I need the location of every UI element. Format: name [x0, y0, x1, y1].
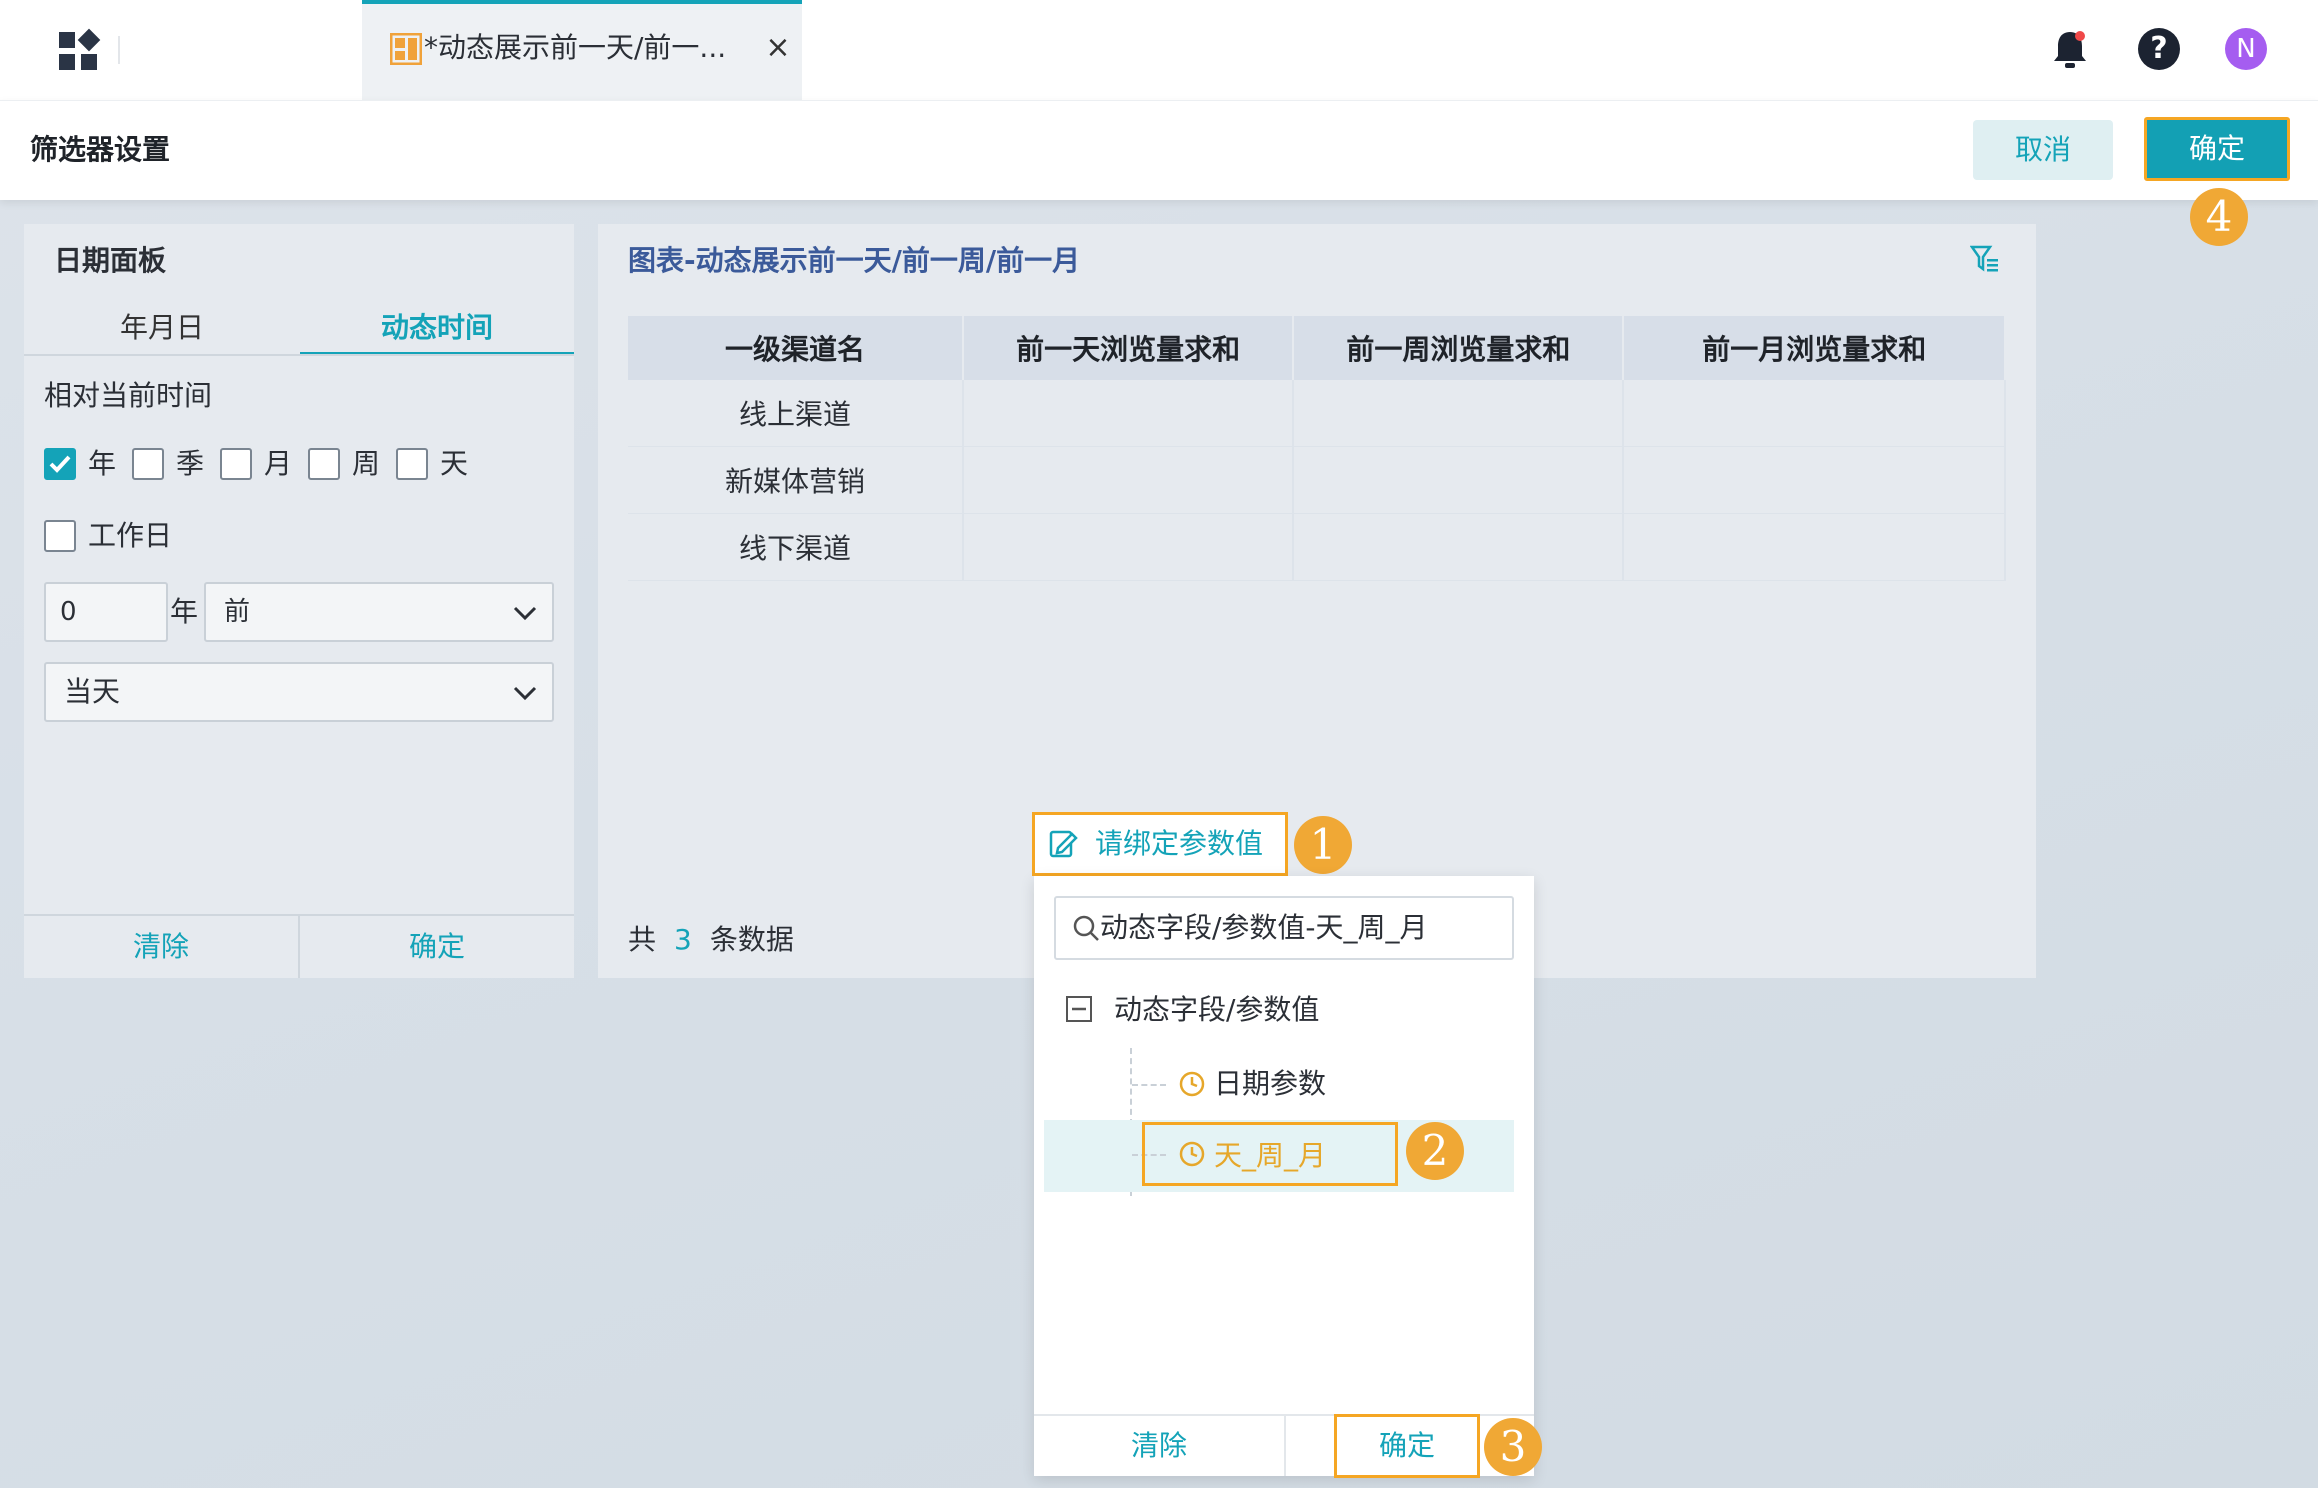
step-marker-3: 3	[1484, 1418, 1542, 1476]
search-icon	[1072, 914, 1100, 942]
dashboard-icon	[389, 32, 423, 66]
filter-settings-bar	[0, 100, 2318, 200]
quarter-checkbox-label: 季	[176, 447, 205, 480]
week-checkbox-label: 周	[352, 447, 381, 480]
table-row: 线上渠道	[628, 380, 2006, 447]
table-header-row: 一级渠道名 前一天浏览量求和 前一周浏览量求和 前一月浏览量求和	[628, 316, 2006, 380]
top-bar	[0, 0, 2318, 100]
unit-option-quarter[interactable]: 季	[132, 444, 204, 484]
close-icon[interactable]: ×	[760, 30, 796, 66]
help-icon[interactable]: ?	[2138, 28, 2180, 70]
tab-divider	[24, 354, 574, 356]
chevron-down-icon	[513, 606, 537, 621]
table-cell	[1623, 380, 2006, 447]
relative-time-label: 相对当前时间	[44, 379, 213, 412]
table-cell	[1293, 446, 1625, 514]
workday-checkbox[interactable]	[44, 520, 76, 552]
unit-option-month[interactable]: 月	[220, 444, 292, 484]
workday-label: 工作日	[88, 519, 173, 552]
toolbar-divider	[118, 36, 120, 64]
direction-select-value: 前	[224, 597, 251, 627]
workday-option[interactable]: 工作日	[44, 516, 172, 556]
table-cell: 新媒体营销	[628, 446, 965, 514]
tree-connector	[1132, 1084, 1166, 1086]
tree-item-date-parameter[interactable]: 日期参数	[1214, 1064, 1326, 1104]
chevron-down-icon	[513, 686, 537, 701]
year-checkbox-label: 年	[88, 447, 117, 480]
direction-select[interactable]: 前	[204, 582, 554, 642]
month-checkbox[interactable]	[220, 448, 252, 480]
parameter-search-value: 动态字段/参数值-天_周_月	[1100, 911, 1428, 944]
column-header[interactable]: 前一周浏览量求和	[1293, 316, 1625, 380]
record-count-value: 3	[674, 923, 692, 956]
anchor-day-select-value: 当天	[64, 675, 121, 708]
apps-grid-icon[interactable]	[55, 28, 101, 74]
record-count-prefix: 共	[628, 923, 657, 956]
date-clear-button[interactable]: 清除	[24, 916, 298, 978]
confirm-button[interactable]: 确定	[2144, 117, 2290, 181]
offset-number-input[interactable]: 0	[44, 582, 168, 642]
table-cell	[963, 446, 1295, 514]
table-cell	[1623, 446, 2006, 514]
step-marker-1: 1	[1294, 816, 1352, 874]
table-cell	[1293, 513, 1625, 581]
unit-option-year[interactable]: 年	[44, 444, 116, 484]
tab-dynamic-time[interactable]: 动态时间	[300, 300, 574, 356]
unit-option-week[interactable]: 周	[308, 444, 380, 484]
column-header[interactable]: 前一月浏览量求和	[1623, 316, 2006, 380]
table-cell	[963, 513, 1295, 581]
table-row: 线下渠道	[628, 513, 2006, 581]
day-checkbox-label: 天	[440, 447, 469, 480]
week-checkbox[interactable]	[308, 448, 340, 480]
record-count-suffix: 条数据	[709, 923, 794, 956]
step-marker-4: 4	[2190, 188, 2248, 246]
month-checkbox-label: 月	[264, 447, 293, 480]
tab-year-month-day[interactable]: 年月日	[24, 300, 300, 356]
collapse-icon[interactable]	[1066, 996, 1092, 1022]
table-cell	[1293, 380, 1625, 447]
dropdown-clear-button[interactable]: 清除	[1034, 1416, 1284, 1476]
quarter-checkbox[interactable]	[132, 448, 164, 480]
data-table: 一级渠道名 前一天浏览量求和 前一周浏览量求和 前一月浏览量求和 线上渠道 新媒…	[628, 316, 2006, 581]
cancel-button[interactable]: 取消	[1973, 120, 2113, 180]
bind-parameter-icon	[1048, 828, 1080, 860]
table-cell: 线上渠道	[628, 380, 965, 447]
page-title: 筛选器设置	[30, 133, 171, 166]
tree-item-day-week-month-label: 天_周_月	[1214, 1139, 1327, 1172]
table-cell: 线下渠道	[628, 513, 965, 581]
year-checkbox[interactable]	[44, 448, 76, 480]
column-header[interactable]: 一级渠道名	[628, 316, 965, 380]
chart-title: 图表-动态展示前一天/前一周/前一月	[628, 244, 1081, 277]
record-count: 共 3 条数据	[628, 920, 794, 960]
clock-icon	[1178, 1070, 1206, 1098]
dropdown-confirm-button[interactable]: 确定	[1334, 1414, 1480, 1478]
date-confirm-button[interactable]: 确定	[300, 916, 574, 978]
step-marker-2: 2	[1406, 1122, 1464, 1180]
anchor-day-select[interactable]: 当天	[44, 662, 554, 722]
column-header[interactable]: 前一天浏览量求和	[963, 316, 1295, 380]
filter-icon[interactable]	[1969, 244, 2000, 274]
table-cell	[1623, 513, 2006, 581]
date-panel-title: 日期面板	[54, 244, 167, 277]
table-row: 新媒体营销	[628, 446, 2006, 514]
clock-icon	[1178, 1140, 1206, 1168]
table-cell	[963, 380, 1295, 447]
offset-unit-label: 年	[170, 595, 199, 628]
dropdown-footer-separator	[1284, 1416, 1286, 1476]
day-checkbox[interactable]	[396, 448, 428, 480]
tree-root-node[interactable]: 动态字段/参数值	[1114, 990, 1319, 1030]
tab-title: *动态展示前一天/前一...	[424, 31, 727, 64]
unit-option-day[interactable]: 天	[396, 444, 468, 484]
avatar[interactable]: N	[2225, 28, 2267, 70]
bell-icon[interactable]	[2050, 28, 2090, 72]
